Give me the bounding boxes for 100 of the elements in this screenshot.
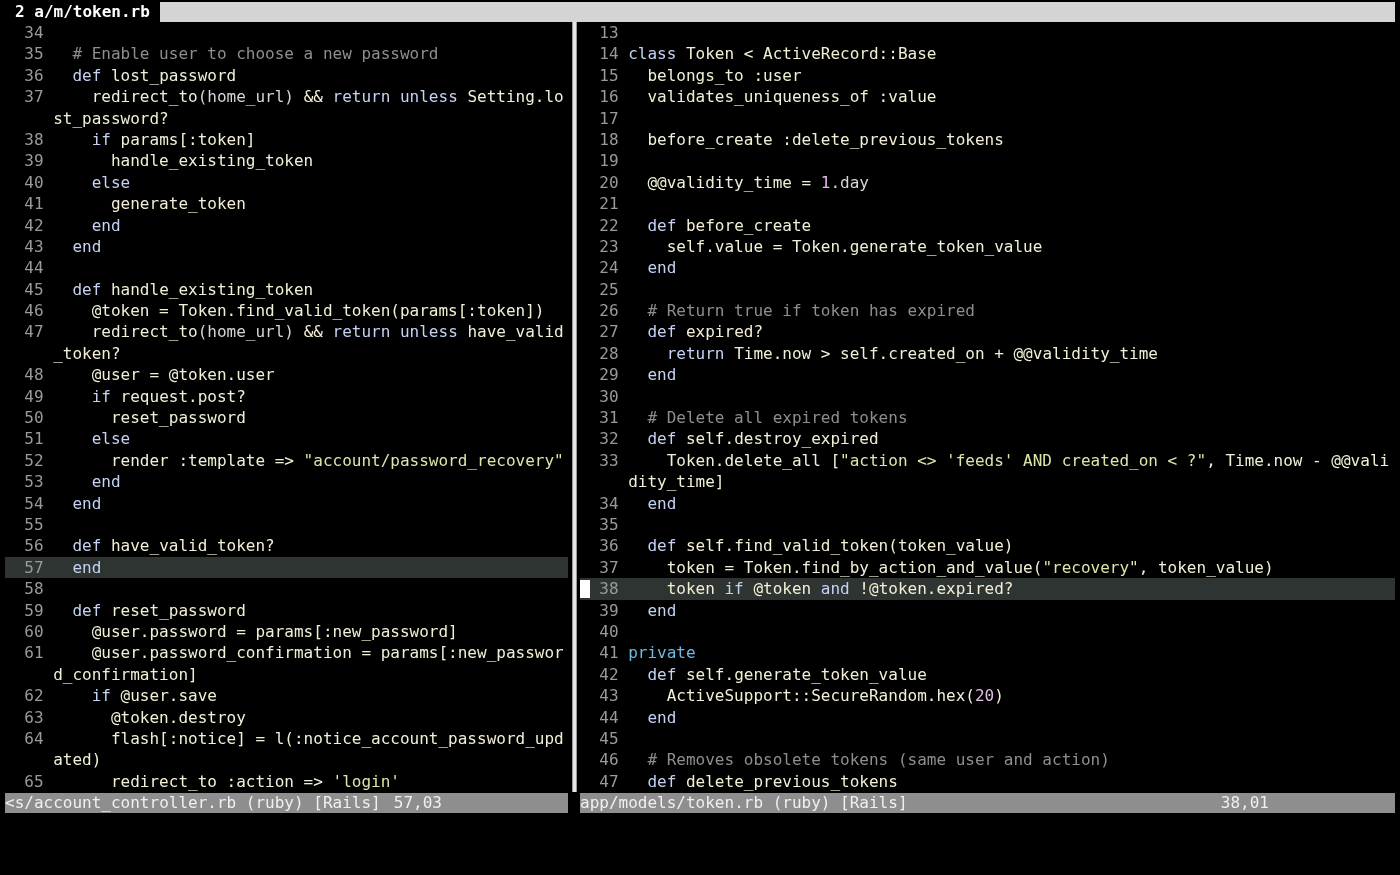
code-line: end bbox=[646, 364, 677, 386]
line-number: 40 bbox=[598, 620, 619, 643]
line-number: 25 bbox=[598, 278, 619, 301]
code-line: redirect_to :action => 'login' bbox=[109, 770, 400, 793]
line-number: 41 bbox=[23, 193, 44, 215]
line-number: 56 bbox=[23, 535, 44, 557]
code-line: handle_existing_token bbox=[109, 150, 314, 172]
line-number: 48 bbox=[23, 364, 44, 386]
code-line: @user.password = params[:new_password] bbox=[90, 620, 458, 643]
line-number: 39 bbox=[598, 599, 619, 621]
code-line: def self.destroy_expired bbox=[646, 428, 879, 450]
line-number: 62 bbox=[23, 685, 44, 707]
line-number: 60 bbox=[23, 620, 44, 643]
code-line: if params[:token] bbox=[90, 128, 256, 151]
line-number: 34 bbox=[23, 22, 44, 44]
line-number: 51 bbox=[23, 428, 44, 450]
code-line: _token? bbox=[53, 342, 121, 365]
code-line: before_create :delete_previous_tokens bbox=[646, 128, 1004, 151]
line-number: 42 bbox=[598, 663, 619, 686]
code-line: def self.find_valid_token(token_value) bbox=[646, 535, 1014, 557]
line-number: 59 bbox=[23, 599, 44, 621]
cursor-position: 57,03 bbox=[392, 793, 442, 814]
line-number: 23 bbox=[598, 235, 619, 258]
line-number: 21 bbox=[598, 193, 619, 215]
line-number: 19 bbox=[598, 150, 619, 172]
line-number: 63 bbox=[23, 706, 44, 728]
line-number: 29 bbox=[598, 364, 619, 386]
code-line: end bbox=[71, 235, 102, 258]
line-number: 27 bbox=[598, 321, 619, 343]
code-line: end bbox=[646, 706, 677, 728]
code-line: token if @token and !@token.expired? bbox=[665, 578, 1014, 600]
code-line: else bbox=[90, 428, 131, 450]
line-number: 35 bbox=[23, 43, 44, 65]
line-number: 26 bbox=[598, 300, 619, 322]
line-number: 33 bbox=[598, 449, 619, 472]
line-number: 44 bbox=[598, 706, 619, 728]
line-number: 15 bbox=[598, 64, 619, 87]
line-number: 61 bbox=[23, 642, 44, 664]
code-line: ated) bbox=[53, 749, 102, 771]
code-line: token = Token.find_by_action_and_value("recovery", token_value) bbox=[665, 556, 1274, 579]
code-line: d_confirmation] bbox=[53, 663, 198, 686]
line-number: 24 bbox=[598, 257, 619, 279]
code-line: redirect_to(home_url) && return unless Setting.lo bbox=[90, 86, 564, 108]
line-number: 40 bbox=[23, 171, 44, 194]
code-line: @token.destroy bbox=[109, 706, 246, 728]
line-number: 14 bbox=[598, 43, 619, 65]
code-line: belongs_to :user bbox=[646, 64, 802, 87]
code-line: end bbox=[646, 599, 677, 621]
code-line: # Enable user to choose a new password bbox=[71, 43, 439, 65]
code-line: def handle_existing_token bbox=[71, 278, 314, 301]
line-number: 50 bbox=[23, 407, 44, 429]
code-line: @user = @token.user bbox=[90, 364, 275, 386]
code-line: @token = Token.find_valid_token(params[:token]) bbox=[90, 300, 545, 322]
code-line: # Delete all expired tokens bbox=[646, 407, 908, 429]
line-number: 32 bbox=[598, 428, 619, 450]
code-line: st_password? bbox=[53, 107, 169, 129]
line-number: 36 bbox=[598, 535, 619, 557]
line-number: 43 bbox=[23, 235, 44, 258]
line-number: 31 bbox=[598, 407, 619, 429]
code-line: def expired? bbox=[646, 321, 764, 343]
line-number: 36 bbox=[23, 64, 44, 87]
line-number: 43 bbox=[598, 685, 619, 707]
line-number: 46 bbox=[598, 749, 619, 771]
code-line: class Token < ActiveRecord::Base bbox=[628, 43, 937, 65]
line-number: 34 bbox=[598, 492, 619, 514]
code-line: if @user.save bbox=[90, 685, 217, 707]
line-number: 57 bbox=[23, 556, 44, 579]
line-number: 58 bbox=[23, 578, 44, 600]
status-file-name: app/models/token.rb (ruby) [Rails] bbox=[580, 793, 908, 814]
line-number: 39 bbox=[23, 150, 44, 172]
code-line: render :template => "account/password_recovery" bbox=[109, 449, 564, 472]
line-number: 55 bbox=[23, 514, 44, 536]
code-line: @@validity_time = 1.day bbox=[646, 171, 869, 194]
code-line: generate_token bbox=[109, 193, 246, 215]
line-number: 52 bbox=[23, 449, 44, 472]
code-line: # Removes obsolete tokens (same user and action) bbox=[646, 749, 1110, 771]
cursor-position: 38,01 bbox=[1219, 793, 1269, 814]
line-number: 65 bbox=[23, 770, 44, 793]
line-number: 64 bbox=[23, 727, 44, 750]
code-line: if request.post? bbox=[90, 385, 246, 408]
line-number: 53 bbox=[23, 471, 44, 493]
line-number: 46 bbox=[23, 300, 44, 322]
code-line: private bbox=[628, 642, 696, 664]
line-number: 37 bbox=[598, 556, 619, 579]
status-file-name: <s/account_controller.rb (ruby) [Rails] bbox=[5, 793, 381, 814]
line-number: 28 bbox=[598, 342, 619, 365]
code-line: self.value = Token.generate_token_value bbox=[665, 235, 1043, 258]
code-line: reset_password bbox=[109, 407, 246, 429]
code-line: def self.generate_token_value bbox=[646, 663, 927, 686]
line-number: 44 bbox=[23, 257, 44, 279]
line-number: 38 bbox=[23, 128, 44, 151]
line-number: 54 bbox=[23, 492, 44, 514]
code-line: def delete_previous_tokens bbox=[646, 770, 898, 793]
line-number: 45 bbox=[598, 727, 619, 750]
line-number: 16 bbox=[598, 86, 619, 108]
code-line: def reset_password bbox=[71, 599, 246, 621]
line-number: 20 bbox=[598, 171, 619, 194]
code-line: def lost_password bbox=[71, 64, 237, 87]
code-line: dity_time] bbox=[628, 471, 725, 493]
code-line: else bbox=[90, 171, 131, 194]
